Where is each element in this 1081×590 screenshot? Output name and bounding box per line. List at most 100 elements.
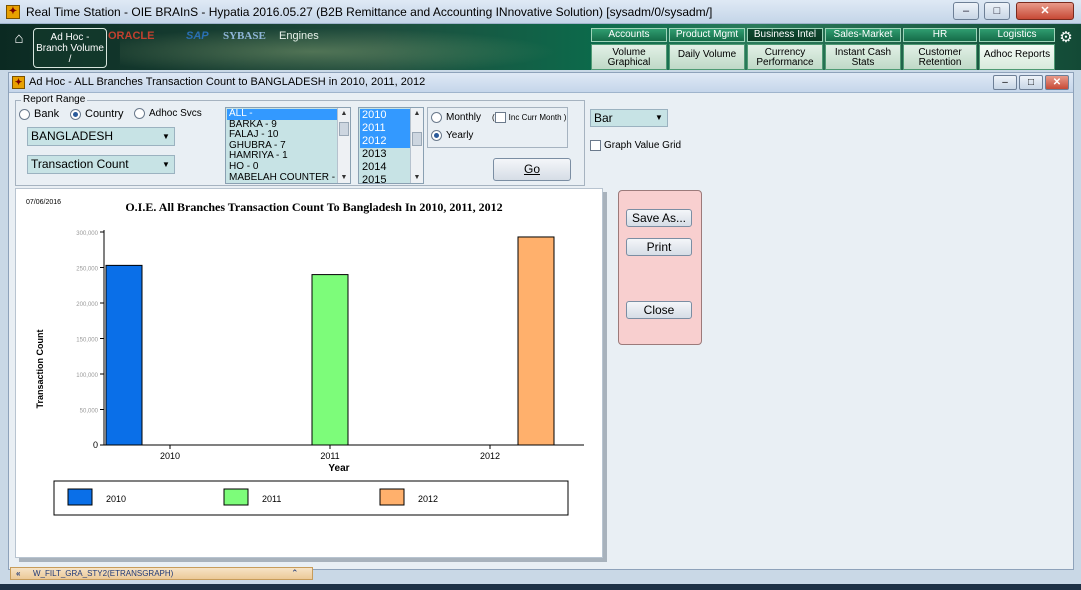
gear-icon[interactable]: ⚙ bbox=[1057, 29, 1075, 47]
go-button[interactable]: Go bbox=[493, 158, 571, 181]
branch-item[interactable]: HO - 0 bbox=[227, 161, 337, 173]
action-panel: Save As... Print Close bbox=[618, 190, 702, 345]
chart-panel: 07/06/2016 O.I.E. All Branches Transacti… bbox=[15, 188, 603, 558]
expand-up-icon[interactable]: ⌃ bbox=[291, 568, 299, 579]
year-item[interactable]: 2014 bbox=[360, 161, 410, 174]
year-item[interactable]: 2013 bbox=[360, 148, 410, 161]
oracle-logo: ORACLE bbox=[108, 30, 155, 42]
radio-adhoc-svcs[interactable]: Adhoc Svcs bbox=[134, 108, 202, 119]
year-item[interactable]: 2015 bbox=[360, 174, 410, 183]
inc-curr-month-label: Inc Curr Month bbox=[508, 113, 562, 122]
scroll-thumb[interactable] bbox=[412, 132, 422, 146]
app-icon: ✦ bbox=[6, 5, 20, 19]
branch-listbox[interactable]: ALL - BARKA - 9 FALAJ - 10 GHUBRA - 7 HA… bbox=[225, 107, 351, 184]
radio-country[interactable]: Country bbox=[70, 108, 124, 120]
radio-adhoc-svcs-label: Adhoc Svcs bbox=[149, 108, 202, 119]
graph-value-grid-box[interactable] bbox=[590, 140, 601, 151]
close-report-button[interactable]: Close bbox=[626, 301, 692, 319]
radio-monthly-dot[interactable] bbox=[431, 112, 442, 123]
bar-2010 bbox=[105, 264, 143, 446]
branch-item[interactable]: MABELAH COUNTER - 8 bbox=[227, 172, 343, 183]
year-item[interactable]: 2012 bbox=[360, 135, 410, 148]
subtab-volume-graphical[interactable]: Volume Graphical bbox=[591, 44, 667, 70]
tab-sales-market[interactable]: Sales-Market bbox=[825, 28, 901, 42]
period-group: Monthly ( Inc Curr Month ) Yearly bbox=[427, 107, 568, 148]
scroll-down-icon[interactable]: ▼ bbox=[411, 172, 423, 183]
subtab-adhoc-reports[interactable]: Adhoc Reports bbox=[979, 44, 1055, 70]
tab-logistics[interactable]: Logistics bbox=[979, 28, 1055, 42]
x-tick-label: 2010 bbox=[160, 451, 180, 461]
branch-item[interactable]: ALL - bbox=[227, 108, 337, 120]
paren-close: ) bbox=[561, 113, 567, 122]
scroll-down-icon[interactable]: ▼ bbox=[338, 172, 350, 183]
taskbar bbox=[0, 584, 1081, 590]
tab-hr[interactable]: HR bbox=[903, 28, 977, 42]
subtab-daily-volume[interactable]: Daily Volume bbox=[669, 44, 745, 70]
inc-curr-month-checkbox[interactable]: ( Inc Curr Month ) bbox=[492, 112, 566, 123]
home-icon[interactable]: ⌂ bbox=[9, 30, 29, 48]
measure-select[interactable]: Transaction Count ▼ bbox=[27, 155, 175, 174]
chart-title: O.I.E. All Branches Transaction Count To… bbox=[125, 200, 502, 214]
radio-monthly[interactable]: Monthly bbox=[431, 112, 481, 123]
chevron-down-icon[interactable]: ▼ bbox=[653, 110, 665, 126]
report-window-title: Ad Hoc - ALL Branches Transaction Count … bbox=[29, 76, 426, 88]
minimize-button[interactable]: ‒ bbox=[953, 2, 979, 20]
y-tick-label: 250,000 bbox=[76, 267, 98, 273]
report-close-button[interactable]: ✕ bbox=[1045, 75, 1069, 90]
bar-2011 bbox=[311, 274, 349, 446]
radio-monthly-label: Monthly bbox=[446, 112, 482, 123]
chart-legend bbox=[53, 480, 569, 516]
status-bar: « W_FILT_GRA_STY2(ETRANSGRAPH) ⌃ bbox=[10, 567, 313, 580]
report-maximize-button[interactable]: □ bbox=[1019, 75, 1043, 90]
save-as-button[interactable]: Save As... bbox=[626, 209, 692, 227]
legend-label-2011: 2011 bbox=[262, 494, 281, 504]
tab-accounts[interactable]: Accounts bbox=[591, 28, 667, 42]
tab-business-intel[interactable]: Business Intel bbox=[747, 28, 823, 42]
maximize-button[interactable]: □ bbox=[984, 2, 1010, 20]
report-range-legend: Report Range bbox=[21, 94, 88, 105]
graph-type-value: Bar bbox=[594, 111, 613, 125]
adhoc-branch-volume-tile[interactable]: Ad Hoc - Branch Volume / bbox=[33, 28, 107, 68]
legend-swatch-2012 bbox=[379, 488, 405, 506]
title-bar: ✦ Real Time Station - OIE BRAInS - Hypat… bbox=[0, 0, 1081, 24]
engines-label: Engines bbox=[279, 30, 319, 42]
chevron-down-icon[interactable]: ▼ bbox=[160, 156, 172, 173]
radio-bank-dot[interactable] bbox=[19, 108, 30, 120]
close-button[interactable]: ✕ bbox=[1016, 2, 1074, 20]
window-title: Real Time Station - OIE BRAInS - Hypatia… bbox=[26, 5, 713, 19]
print-button[interactable]: Print bbox=[626, 238, 692, 256]
country-select[interactable]: BANGLADESH ▼ bbox=[27, 127, 175, 146]
year-scrollbar[interactable]: ▲ ▼ bbox=[410, 108, 423, 183]
legend-label-2010: 2010 bbox=[106, 494, 126, 504]
year-item[interactable]: 2010 bbox=[360, 109, 410, 122]
subtab-customer-retention[interactable]: Customer Retention bbox=[903, 44, 977, 70]
report-minimize-button[interactable]: ‒ bbox=[993, 75, 1017, 90]
graph-type-select[interactable]: Bar ▼ bbox=[590, 109, 668, 127]
radio-adhoc-svcs-dot[interactable] bbox=[134, 108, 145, 119]
scroll-thumb[interactable] bbox=[339, 122, 349, 136]
year-item[interactable]: 2011 bbox=[360, 122, 410, 135]
chevron-down-icon[interactable]: ▼ bbox=[160, 128, 172, 145]
y-tick-label: 200,000 bbox=[76, 302, 98, 308]
x-tick-label: 2011 bbox=[320, 451, 339, 461]
report-window: ✦ Ad Hoc - ALL Branches Transaction Coun… bbox=[8, 72, 1074, 570]
radio-country-dot[interactable] bbox=[70, 108, 81, 120]
country-select-value: BANGLADESH bbox=[31, 129, 114, 143]
graph-value-grid-label: Graph Value Grid bbox=[604, 140, 682, 151]
subtab-instant-cash-stats[interactable]: Instant Cash Stats bbox=[825, 44, 901, 70]
graph-value-grid-checkbox[interactable]: Graph Value Grid bbox=[590, 140, 681, 151]
radio-yearly[interactable]: Yearly bbox=[431, 130, 473, 141]
bar-chart: 07/06/2016 O.I.E. All Branches Transacti… bbox=[26, 199, 584, 516]
inc-curr-month-box[interactable] bbox=[494, 112, 506, 123]
legend-swatch-2010 bbox=[67, 488, 93, 506]
subtab-currency-performance[interactable]: Currency Performance bbox=[747, 44, 823, 70]
branch-scrollbar[interactable]: ▲ ▼ bbox=[337, 108, 350, 183]
tab-product-mgmt[interactable]: Product Mgmt bbox=[669, 28, 745, 42]
scroll-up-icon[interactable]: ▲ bbox=[411, 108, 423, 119]
radio-yearly-dot[interactable] bbox=[431, 130, 442, 141]
scroll-up-icon[interactable]: ▲ bbox=[338, 108, 350, 119]
collapse-left-icon[interactable]: « bbox=[16, 568, 20, 579]
radio-bank[interactable]: Bank bbox=[19, 108, 59, 120]
report-body: Report Range Bank Country Adhoc Svcs BAN… bbox=[9, 93, 1073, 569]
year-listbox[interactable]: 2010 2011 2012 2013 2014 2015 ▲ ▼ bbox=[358, 107, 424, 184]
